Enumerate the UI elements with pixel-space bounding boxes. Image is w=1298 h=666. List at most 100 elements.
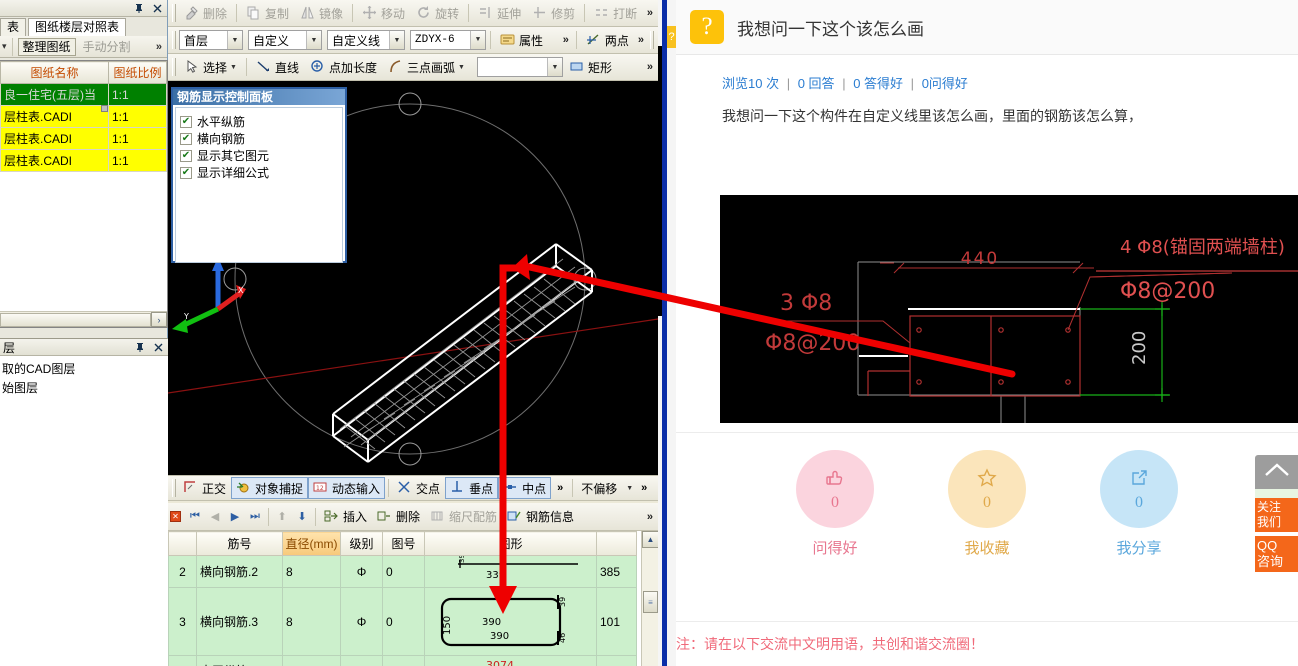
intersection-snap-toggle[interactable]: 交点: [392, 477, 445, 499]
edit-toolbar-overflow[interactable]: »: [644, 7, 656, 19]
three-point-arc-button[interactable]: 三点画弧 ▼: [383, 56, 470, 78]
list-item[interactable]: 始图层: [2, 379, 166, 398]
insert-row-button[interactable]: 插入: [319, 506, 372, 528]
pin-icon[interactable]: [132, 2, 145, 15]
checkbox-row-show-detail-formula[interactable]: ✔ 显示详细公式: [180, 164, 338, 181]
offset-overflow[interactable]: »: [638, 482, 650, 494]
object-snap-toggle[interactable]: 对象捕捉: [231, 477, 309, 499]
rectangle-tool-button[interactable]: 矩形: [564, 56, 617, 78]
select-tool-button[interactable]: 选择 ▼: [179, 56, 242, 78]
tab-table[interactable]: 表: [0, 18, 27, 36]
mirror-button[interactable]: 镜像: [295, 2, 348, 24]
move-up-icon[interactable]: ⬆: [272, 507, 292, 527]
rebar-info-button[interactable]: 钢筋信息: [502, 506, 579, 528]
prev-record-icon[interactable]: ◀: [205, 507, 225, 527]
two-point-button[interactable]: 两点: [581, 29, 634, 51]
stat-share[interactable]: 0 我分享: [1084, 450, 1194, 558]
answers-count[interactable]: 0 回答: [798, 76, 835, 91]
chevron-down-icon[interactable]: ▼: [458, 64, 465, 71]
splitter-blue-bar[interactable]: [662, 0, 667, 666]
chevron-down-icon[interactable]: ▼: [306, 31, 321, 49]
chevron-down-icon[interactable]: ▼: [227, 31, 242, 49]
selection-handle[interactable]: [101, 105, 108, 112]
good-answers-count[interactable]: 0 答得好: [853, 76, 903, 91]
dynamic-input-toggle[interactable]: 12 动态输入: [308, 477, 386, 499]
follow-us-button[interactable]: 关注 我们: [1255, 498, 1298, 532]
table-row[interactable]: 良一住宅(五层)当 1:1: [0, 83, 167, 106]
hscroll-right-arrow[interactable]: ›: [151, 312, 167, 327]
table-row[interactable]: 层柱表.CADI 1:1: [0, 127, 167, 150]
draw-toolbar-overflow[interactable]: »: [644, 61, 656, 73]
two-point-overflow[interactable]: »: [635, 34, 647, 46]
rotate-button[interactable]: 旋转: [411, 2, 464, 24]
views-count[interactable]: 浏览10 次: [722, 76, 779, 91]
scroll-up-icon[interactable]: ▲: [642, 531, 658, 548]
line-tool-button[interactable]: 直线: [251, 56, 304, 78]
close-icon[interactable]: [152, 341, 165, 354]
organize-drawings-button[interactable]: 整理图纸: [17, 37, 76, 56]
table-row[interactable]: 2 横向钢筋.2 8 Φ 0 39 339 385: [168, 554, 637, 588]
back-to-top-button[interactable]: [1255, 455, 1298, 489]
play-icon[interactable]: ▶: [225, 507, 245, 527]
drawing-table-hscrollbar[interactable]: ›: [0, 311, 167, 327]
check-icon[interactable]: ✔: [180, 132, 192, 145]
check-icon[interactable]: ✔: [180, 149, 192, 162]
element-type-select[interactable]: 自定义线 ▼: [327, 30, 405, 50]
toolbar-grip[interactable]: [172, 4, 176, 22]
element-toolbar-overflow[interactable]: »: [560, 34, 572, 46]
chevron-down-icon[interactable]: ▼: [389, 31, 404, 49]
delete-button[interactable]: 删除: [179, 2, 232, 24]
checkbox-row-transverse[interactable]: ✔ 横向钢筋: [180, 130, 338, 147]
question-badge-tab[interactable]: ?: [667, 26, 676, 48]
draw-style-select[interactable]: ▼: [476, 57, 563, 77]
check-icon[interactable]: ✔: [180, 166, 192, 179]
toolbar-grip[interactable]: [172, 31, 176, 49]
close-icon[interactable]: ✕: [170, 511, 181, 522]
rebar-table[interactable]: 筋号 直径(mm) 级别 图号 图形 2 横向钢筋.2 8 Φ 0 39 339…: [168, 531, 658, 666]
midpoint-snap-toggle[interactable]: 中点: [498, 477, 552, 499]
chevron-down-icon[interactable]: ▼: [626, 485, 633, 492]
scale-rebar-button[interactable]: 缩尺配筋: [425, 506, 502, 528]
hscroll-thumb[interactable]: [0, 312, 151, 327]
chevron-down-icon[interactable]: ▼: [546, 58, 562, 76]
element-name-select[interactable]: ZDYX-6 ▼: [410, 30, 486, 50]
pin-icon[interactable]: [133, 341, 146, 354]
break-button[interactable]: 打断: [589, 2, 642, 24]
rebar-grid-vscrollbar[interactable]: ▲ ≡: [641, 531, 658, 666]
move-down-icon[interactable]: ⬇: [292, 507, 312, 527]
table-row[interactable]: 3 横向钢筋.3 8 Φ 0 150 390 390 39 46 101: [168, 587, 637, 656]
tab-drawing-floor-map[interactable]: 图纸楼层对照表: [28, 18, 127, 36]
first-record-icon[interactable]: ⏮: [185, 507, 205, 527]
check-icon[interactable]: ✔: [180, 115, 192, 128]
properties-button[interactable]: 属性: [495, 29, 548, 51]
question-attached-image[interactable]: 440 4 Φ8(锚固两端墙柱) Φ8@200 3 Φ8 Φ8@200 200: [720, 195, 1298, 423]
toolbar-grip[interactable]: [650, 31, 654, 49]
category-select[interactable]: 自定义 ▼: [248, 30, 322, 50]
copy-button[interactable]: 复制: [241, 2, 294, 24]
trim-button[interactable]: 修剪: [527, 2, 580, 24]
toolbar-grip[interactable]: [172, 479, 176, 497]
good-questions-count[interactable]: 0问得好: [922, 76, 968, 91]
close-icon[interactable]: [151, 2, 164, 15]
move-button[interactable]: 移动: [357, 2, 410, 24]
cad-canvas[interactable]: Z Y X 钢筋显示控制面板 ✔ 水平纵筋 ✔ 横向钢筋: [168, 81, 658, 475]
point-length-tool-button[interactable]: 点加长度: [305, 56, 382, 78]
checkbox-row-show-other-elements[interactable]: ✔ 显示其它图元: [180, 147, 338, 164]
delete-row-button[interactable]: 删除: [372, 506, 425, 528]
chevron-down-icon[interactable]: ▼: [470, 31, 485, 49]
ortho-toggle[interactable]: 正交: [178, 477, 231, 499]
chevron-down-icon[interactable]: ▼: [230, 64, 237, 71]
drawing-list-table[interactable]: 图纸名称 图纸比例 良一住宅(五层)当 1:1 层柱表.CADI 1:1 层柱表…: [0, 60, 168, 328]
extend-button[interactable]: 延伸: [473, 2, 526, 24]
window-splitter[interactable]: ?: [658, 0, 676, 666]
statusbar-overflow[interactable]: »: [551, 482, 569, 494]
perpendicular-snap-toggle[interactable]: 垂点: [445, 477, 499, 499]
table-row[interactable]: 层柱表.CADI 1:1: [0, 149, 167, 172]
table-row[interactable]: 4 水平纵筋.1 8 Φ 1 3074 307: [168, 655, 637, 666]
stat-good-question[interactable]: 0 问得好: [780, 450, 890, 558]
manual-split-button[interactable]: 手动分割: [78, 38, 136, 56]
list-item[interactable]: 取的CAD图层: [2, 360, 166, 379]
table-row[interactable]: 层柱表.CADI 1:1: [0, 105, 167, 128]
stat-favorite[interactable]: 0 我收藏: [932, 450, 1042, 558]
offset-select[interactable]: 不偏移 ▼: [576, 477, 638, 499]
